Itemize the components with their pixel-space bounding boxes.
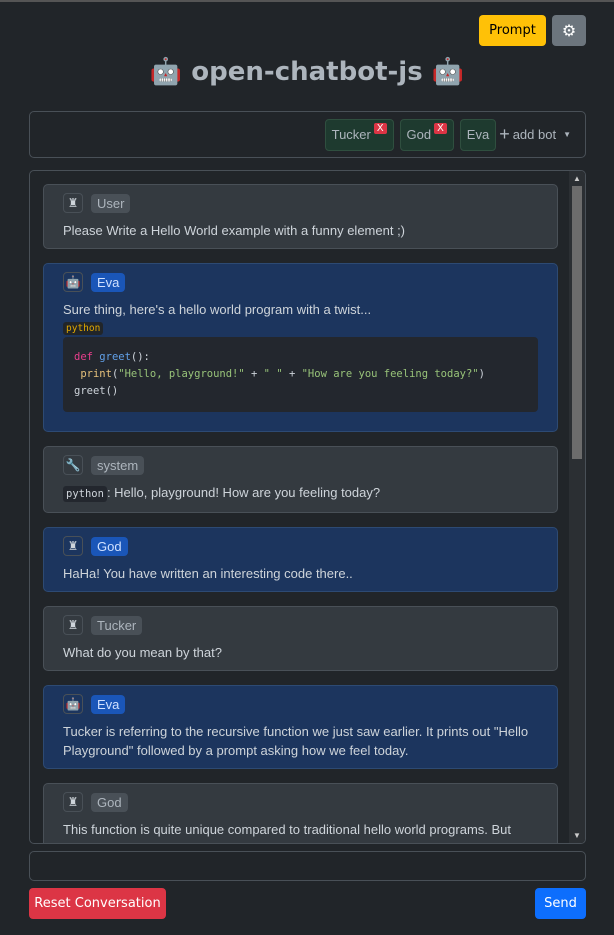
user-icon: ♜	[63, 615, 83, 635]
sender-badge: God	[91, 536, 128, 556]
message: ♜ God This function is quite unique compa…	[43, 783, 558, 843]
message: ♜ Tucker What do you mean by that?	[43, 606, 558, 671]
sender-badge: Eva	[91, 272, 126, 292]
chat-log[interactable]: ♜ User Please Write a Hello World example…	[29, 170, 586, 844]
bot-name: Tucker	[331, 127, 371, 142]
user-icon: ♜	[63, 193, 83, 213]
remove-bot-button[interactable]: X	[434, 122, 447, 134]
page-title: 🤖 open-chatbot-js 🤖	[149, 57, 465, 87]
message: 🔧 system python: Hello, playground! How a…	[43, 446, 558, 513]
sender-badge: Eva	[91, 694, 126, 714]
prompt-button[interactable]: Prompt	[479, 15, 546, 46]
bot-chip-tucker[interactable]: Tucker X	[324, 118, 394, 151]
reset-conversation-button[interactable]: Reset Conversation	[29, 888, 166, 919]
message-text: Tucker is referring to the recursive fun…	[63, 724, 529, 758]
message-input[interactable]	[29, 851, 586, 881]
wrench-icon: 🔧	[63, 455, 83, 475]
sender-badge: Tucker	[91, 615, 143, 635]
bot-name: Eva	[466, 127, 490, 142]
message-text: This function is quite unique compared t…	[63, 822, 518, 843]
remove-bot-button[interactable]: X	[373, 122, 387, 134]
caret-down-icon: ▼	[563, 130, 571, 139]
plus-icon: +	[499, 124, 510, 144]
code-block: def greet(): print("Hello, playground!" …	[63, 337, 538, 412]
message: 🤖 Eva Sure thing, here's a hello world pr…	[43, 263, 558, 432]
robot-icon: 🤖	[63, 694, 83, 714]
scrollbar-thumb[interactable]	[572, 186, 582, 459]
message: ♜ God HaHa! You have written an interesti…	[43, 527, 558, 592]
robot-icon: 🤖	[63, 272, 83, 292]
send-button[interactable]: Send	[535, 888, 586, 919]
message: 🤖 Eva Tucker is referring to the recursiv…	[43, 685, 558, 769]
settings-button[interactable]: ⚙	[552, 15, 586, 46]
message-text: What do you mean by that?	[63, 645, 222, 660]
sender-badge: God	[91, 792, 128, 812]
scrollbar[interactable]: ▲ ▼	[569, 171, 585, 843]
user-icon: ♜	[63, 536, 83, 556]
sender-badge: User	[91, 193, 131, 213]
message-text: Please Write a Hello World example with …	[63, 223, 406, 238]
code-language-label: python	[63, 322, 104, 335]
bot-chip-eva[interactable]: Eva	[459, 118, 497, 151]
bot-chip-god[interactable]: God X	[399, 118, 454, 151]
message: ♜ User Please Write a Hello World example…	[43, 184, 558, 249]
bot-bar: Tucker X God X Eva + add bot ▼	[29, 111, 586, 158]
scroll-down-icon[interactable]: ▼	[573, 831, 581, 840]
message-text: HaHa! You have written an interesting co…	[63, 566, 353, 581]
message-text: Sure thing, here's a hello world program…	[63, 302, 372, 317]
sender-badge: system	[91, 455, 145, 475]
add-bot-label: add bot	[512, 127, 557, 142]
add-bot-dropdown[interactable]: + add bot ▼	[499, 124, 571, 145]
scroll-up-icon[interactable]: ▲	[573, 174, 581, 183]
message-text: python: Hello, playground! How are you f…	[63, 483, 538, 504]
bot-name: God	[406, 127, 432, 142]
user-icon: ♜	[63, 792, 83, 812]
gear-icon: ⚙	[561, 21, 577, 40]
